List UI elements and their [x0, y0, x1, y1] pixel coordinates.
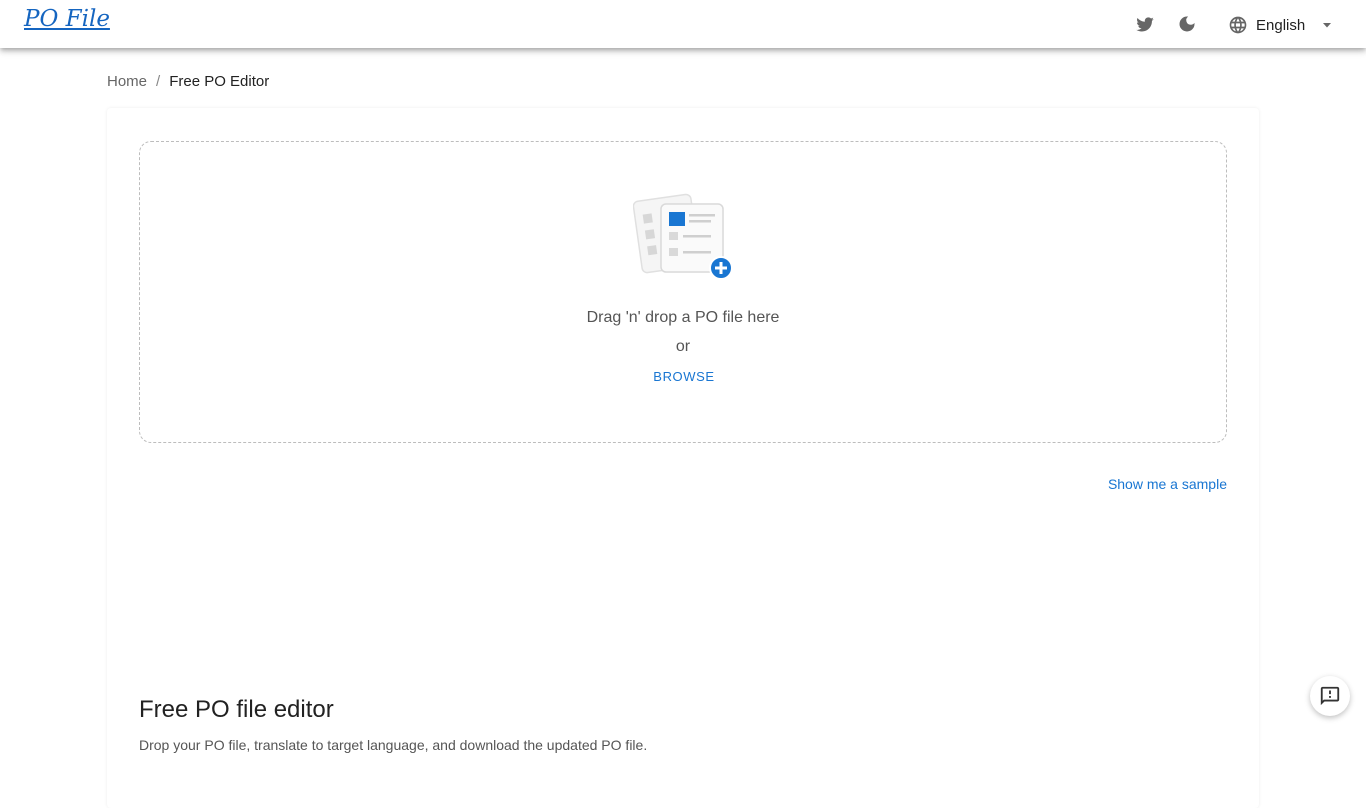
file-upload-icon	[633, 193, 733, 280]
language-label: English	[1256, 16, 1306, 34]
section-description: Drop your PO file, translate to target l…	[139, 737, 648, 753]
breadcrumb: Home / Free PO Editor	[107, 73, 269, 90]
editor-card: Drag 'n' drop a PO file here or BROWSE S…	[107, 108, 1259, 808]
dropzone-instruction: Drag 'n' drop a PO file here	[586, 309, 780, 326]
moon-icon	[1179, 16, 1195, 32]
globe-icon	[1229, 16, 1247, 34]
twitter-button[interactable]	[1133, 12, 1157, 36]
breadcrumb-separator: /	[156, 73, 161, 90]
breadcrumb-home-link[interactable]: Home	[107, 73, 147, 90]
file-dropzone[interactable]: Drag 'n' drop a PO file here or BROWSE	[139, 141, 1227, 443]
feedback-button[interactable]	[1310, 676, 1350, 716]
dropzone-or-text: or	[675, 338, 691, 355]
feedback-icon	[1320, 686, 1340, 706]
breadcrumb-current: Free PO Editor	[169, 73, 270, 90]
language-select[interactable]: English	[1228, 12, 1333, 38]
browse-button[interactable]: BROWSE	[640, 365, 728, 387]
show-sample-link[interactable]: Show me a sample	[1108, 476, 1227, 492]
caret-down-icon	[1323, 23, 1332, 28]
logo-link[interactable]: PO File	[24, 6, 110, 32]
theme-toggle-button[interactable]	[1175, 12, 1199, 36]
twitter-icon	[1136, 17, 1154, 32]
app-bar: PO File English	[0, 0, 1366, 48]
section-title: Free PO file editor	[139, 696, 334, 723]
